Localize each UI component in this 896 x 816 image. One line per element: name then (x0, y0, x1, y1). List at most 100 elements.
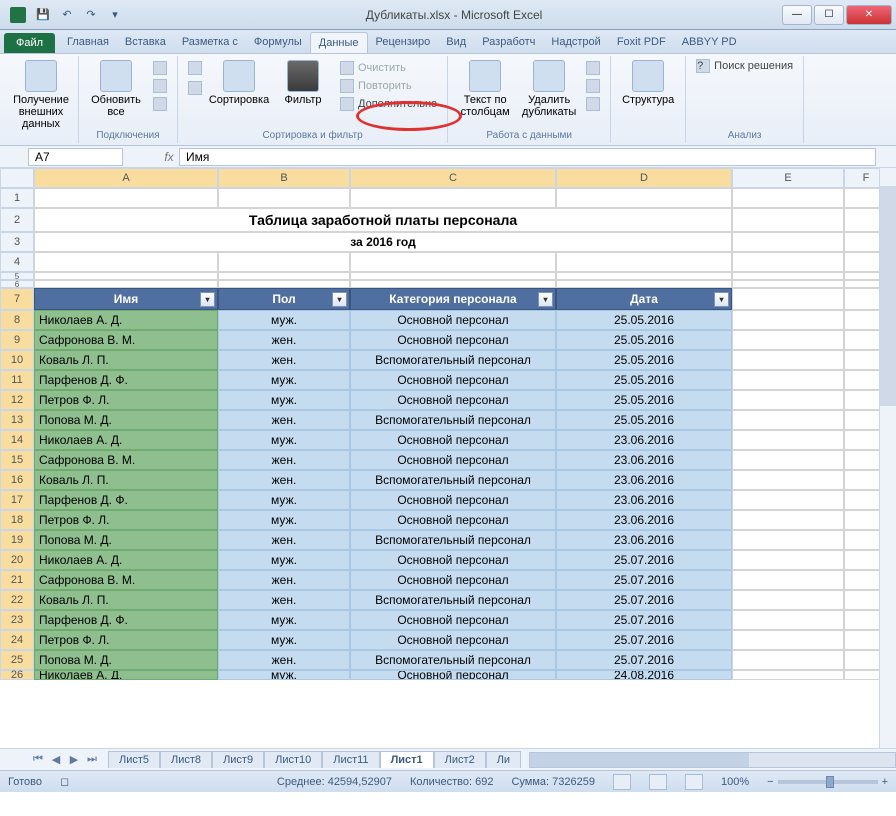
worksheet-grid[interactable]: A B C D E F 1 2Таблица заработной платы … (0, 168, 896, 748)
row-header[interactable]: 6 (0, 280, 34, 288)
row-header[interactable]: 24 (0, 630, 34, 650)
cell-name[interactable]: Петров Ф. Л. (34, 630, 218, 650)
cell-date[interactable]: 25.07.2016 (556, 590, 732, 610)
page-layout-button[interactable] (649, 774, 667, 790)
cell-category[interactable]: Вспомогательный персонал (350, 350, 556, 370)
cell-category[interactable]: Основной персонал (350, 310, 556, 330)
row-header[interactable]: 1 (0, 188, 34, 208)
ribbon-tab[interactable]: Foxit PDF (609, 32, 674, 53)
edit-links-button[interactable] (151, 96, 169, 112)
table-title[interactable]: Таблица заработной платы персонала (34, 208, 732, 232)
cell-sex[interactable]: жен. (218, 350, 350, 370)
table-header-sex[interactable]: Пол▾ (218, 288, 350, 310)
cell-sex[interactable]: жен. (218, 570, 350, 590)
sheet-nav-next[interactable]: ▶ (66, 752, 82, 768)
ribbon-tab[interactable]: ABBYY PD (674, 32, 745, 53)
filter-dropdown-icon[interactable]: ▾ (538, 292, 553, 307)
properties-button[interactable] (151, 78, 169, 94)
ribbon-tab[interactable]: Надстрой (543, 32, 608, 53)
cell-date[interactable]: 25.07.2016 (556, 550, 732, 570)
clear-filter-button[interactable]: Очистить (338, 60, 439, 76)
row-header[interactable]: 4 (0, 252, 34, 272)
zoom-out-button[interactable]: − (767, 776, 773, 788)
cell-name[interactable]: Парфенов Д. Ф. (34, 610, 218, 630)
filter-button[interactable]: Фильтр (274, 58, 332, 108)
filter-dropdown-icon[interactable]: ▾ (714, 292, 729, 307)
sheet-tab[interactable]: Лист8 (160, 751, 212, 768)
cell-sex[interactable]: муж. (218, 510, 350, 530)
cell-name[interactable]: Попова М. Д. (34, 650, 218, 670)
cell-date[interactable]: 24.08.2016 (556, 670, 732, 680)
col-header-e[interactable]: E (732, 168, 844, 188)
cell-date[interactable]: 25.07.2016 (556, 610, 732, 630)
zoom-in-button[interactable]: + (882, 776, 888, 788)
horizontal-scrollbar[interactable] (529, 752, 896, 768)
row-header[interactable]: 19 (0, 530, 34, 550)
table-row[interactable]: 15Сафронова В. М.жен.Основной персонал23… (0, 450, 896, 470)
table-row[interactable]: 12Петров Ф. Л.муж.Основной персонал25.05… (0, 390, 896, 410)
table-row[interactable]: 16Коваль Л. П.жен.Вспомогательный персон… (0, 470, 896, 490)
row-header[interactable]: 20 (0, 550, 34, 570)
cell-sex[interactable]: жен. (218, 470, 350, 490)
row-header[interactable]: 10 (0, 350, 34, 370)
sheet-tab[interactable]: Ли (486, 751, 521, 768)
cell-category[interactable]: Основной персонал (350, 630, 556, 650)
table-row[interactable]: 23Парфенов Д. Ф.муж.Основной персонал25.… (0, 610, 896, 630)
cell-name[interactable]: Парфенов Д. Ф. (34, 490, 218, 510)
redo-icon[interactable]: ↷ (80, 4, 102, 26)
cell-category[interactable]: Основной персонал (350, 610, 556, 630)
zoom-slider[interactable] (778, 780, 878, 784)
col-header-c[interactable]: C (350, 168, 556, 188)
cell-category[interactable]: Основной персонал (350, 510, 556, 530)
row-header[interactable]: 16 (0, 470, 34, 490)
row-header[interactable]: 25 (0, 650, 34, 670)
row-header[interactable]: 26 (0, 670, 34, 680)
col-header-d[interactable]: D (556, 168, 732, 188)
name-box[interactable]: A7 (28, 148, 123, 166)
row-header[interactable]: 22 (0, 590, 34, 610)
cell-name[interactable]: Петров Ф. Л. (34, 510, 218, 530)
sheet-nav-prev[interactable]: ◀ (48, 752, 64, 768)
normal-view-button[interactable] (613, 774, 631, 790)
cell-date[interactable]: 25.05.2016 (556, 350, 732, 370)
sort-button[interactable]: Сортировка (210, 58, 268, 108)
table-row[interactable]: 24Петров Ф. Л.муж.Основной персонал25.07… (0, 630, 896, 650)
text-to-columns-button[interactable]: Текст по столбцам (456, 58, 514, 120)
row-header[interactable]: 12 (0, 390, 34, 410)
cell-category[interactable]: Вспомогательный персонал (350, 590, 556, 610)
ribbon-tab[interactable]: Главная (59, 32, 117, 53)
cell-name[interactable]: Коваль Л. П. (34, 350, 218, 370)
row-header[interactable]: 11 (0, 370, 34, 390)
cell-date[interactable]: 25.05.2016 (556, 310, 732, 330)
table-row[interactable]: 21Сафронова В. М.жен.Основной персонал25… (0, 570, 896, 590)
cell-category[interactable]: Основной персонал (350, 370, 556, 390)
cell-name[interactable]: Николаев А. Д. (34, 670, 218, 680)
cell-date[interactable]: 25.05.2016 (556, 390, 732, 410)
cell-category[interactable]: Основной персонал (350, 450, 556, 470)
row-header[interactable]: 13 (0, 410, 34, 430)
cell-sex[interactable]: жен. (218, 590, 350, 610)
select-all-corner[interactable] (0, 168, 34, 188)
close-button[interactable]: ✕ (846, 5, 892, 25)
cell-date[interactable]: 23.06.2016 (556, 470, 732, 490)
cell-sex[interactable]: муж. (218, 370, 350, 390)
cell-date[interactable]: 23.06.2016 (556, 430, 732, 450)
cell-sex[interactable]: жен. (218, 410, 350, 430)
maximize-button[interactable]: ☐ (814, 5, 844, 25)
row-header[interactable]: 17 (0, 490, 34, 510)
row-header[interactable]: 3 (0, 232, 34, 252)
qat-more-icon[interactable]: ▾ (104, 4, 126, 26)
connections-button[interactable] (151, 60, 169, 76)
ribbon-tab[interactable]: Вид (438, 32, 474, 53)
cell-date[interactable]: 25.07.2016 (556, 630, 732, 650)
row-header[interactable]: 18 (0, 510, 34, 530)
filter-dropdown-icon[interactable]: ▾ (200, 292, 215, 307)
cell-category[interactable]: Основной персонал (350, 430, 556, 450)
ribbon-tab[interactable]: Разработч (474, 32, 543, 53)
row-header[interactable]: 9 (0, 330, 34, 350)
row-header[interactable]: 23 (0, 610, 34, 630)
table-row[interactable]: 8Николаев А. Д.муж.Основной персонал25.0… (0, 310, 896, 330)
save-icon[interactable]: 💾 (32, 4, 54, 26)
cell-date[interactable]: 25.07.2016 (556, 650, 732, 670)
fx-icon[interactable]: fx (159, 150, 179, 164)
